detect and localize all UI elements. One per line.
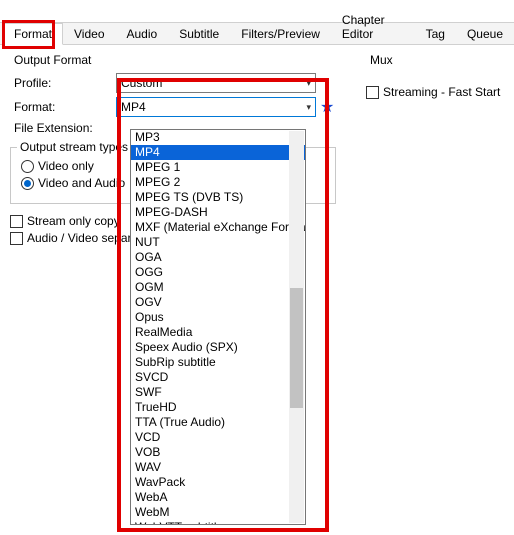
dropdown-option[interactable]: SubRip subtitle (131, 355, 305, 370)
checkbox-icon (10, 232, 23, 245)
dropdown-option[interactable]: Opus (131, 310, 305, 325)
file-extension-label: File Extension: (10, 121, 116, 135)
dropdown-option[interactable]: TTA (True Audio) (131, 415, 305, 430)
output-stream-types-legend: Output stream types (17, 140, 131, 154)
dropdown-option[interactable]: MPEG 1 (131, 160, 305, 175)
favorite-star-icon[interactable]: ★ (320, 97, 334, 117)
dropdown-scroll-thumb[interactable] (290, 288, 303, 408)
dropdown-option[interactable]: MPEG TS (DVB TS) (131, 190, 305, 205)
checkbox-icon (10, 215, 23, 228)
radio-icon (21, 160, 34, 173)
dropdown-scrollbar[interactable] (289, 131, 304, 523)
dropdown-option[interactable]: SWF (131, 385, 305, 400)
checkbox-streaming-fast-start[interactable]: Streaming - Fast Start (366, 85, 500, 99)
dropdown-option[interactable]: WebVTT subtitle (131, 520, 305, 525)
radio-video-and-audio-label: Video and Audio (38, 176, 125, 190)
format-value: MP4 (121, 100, 146, 114)
tab-tag[interactable]: Tag (415, 23, 456, 44)
dropdown-option[interactable]: OGV (131, 295, 305, 310)
tab-queue[interactable]: Queue (456, 23, 514, 44)
dropdown-option[interactable]: WebA (131, 490, 305, 505)
dropdown-option[interactable]: WebM (131, 505, 305, 520)
checkbox-icon (366, 86, 379, 99)
dropdown-option[interactable]: MPEG-DASH (131, 205, 305, 220)
dropdown-option[interactable]: WAV (131, 460, 305, 475)
radio-video-only-label: Video only (38, 159, 94, 173)
stream-only-copy-label: Stream only copy (27, 214, 120, 228)
dropdown-option[interactable]: MP3 (131, 130, 305, 145)
dropdown-option[interactable]: OGA (131, 250, 305, 265)
profile-value: Custom (121, 76, 162, 90)
dropdown-option[interactable]: MXF (Material eXchange Format) (131, 220, 305, 235)
tab-subtitle[interactable]: Subtitle (168, 23, 230, 44)
tab-audio[interactable]: Audio (116, 23, 169, 44)
tab-format[interactable]: Format (3, 23, 63, 45)
dropdown-option[interactable]: TrueHD (131, 400, 305, 415)
dropdown-option[interactable]: SVCD (131, 370, 305, 385)
dropdown-option[interactable]: OGG (131, 265, 305, 280)
dropdown-option[interactable]: NUT (131, 235, 305, 250)
dropdown-option[interactable]: Speex Audio (SPX) (131, 340, 305, 355)
mux-group-label: Mux (370, 53, 500, 67)
format-combobox[interactable]: MP4 ▾ (116, 97, 316, 117)
format-label: Format: (10, 100, 116, 114)
dropdown-option[interactable]: VOB (131, 445, 305, 460)
tab-bar: Format Video Audio Subtitle Filters/Prev… (0, 23, 514, 45)
dropdown-option[interactable]: RealMedia (131, 325, 305, 340)
profile-label: Profile: (10, 76, 116, 90)
dropdown-option[interactable]: WavPack (131, 475, 305, 490)
chevron-down-icon: ▾ (306, 102, 311, 113)
tab-filters[interactable]: Filters/Preview (230, 23, 331, 44)
output-format-group-label: Output Format (14, 53, 350, 67)
radio-icon (21, 177, 34, 190)
format-dropdown-list[interactable]: MP3MP4MPEG 1MPEG 2MPEG TS (DVB TS)MPEG-D… (130, 129, 306, 525)
tab-chapter-editor[interactable]: Chapter Editor (331, 9, 415, 44)
dropdown-option[interactable]: OGM (131, 280, 305, 295)
dropdown-option[interactable]: MPEG 2 (131, 175, 305, 190)
streaming-fast-start-label: Streaming - Fast Start (383, 85, 500, 99)
chevron-down-icon: ▾ (306, 78, 311, 89)
tab-video[interactable]: Video (63, 23, 115, 44)
dropdown-option[interactable]: VCD (131, 430, 305, 445)
dropdown-option[interactable]: MP4 (131, 145, 305, 160)
profile-combobox[interactable]: Custom ▾ (116, 73, 316, 93)
